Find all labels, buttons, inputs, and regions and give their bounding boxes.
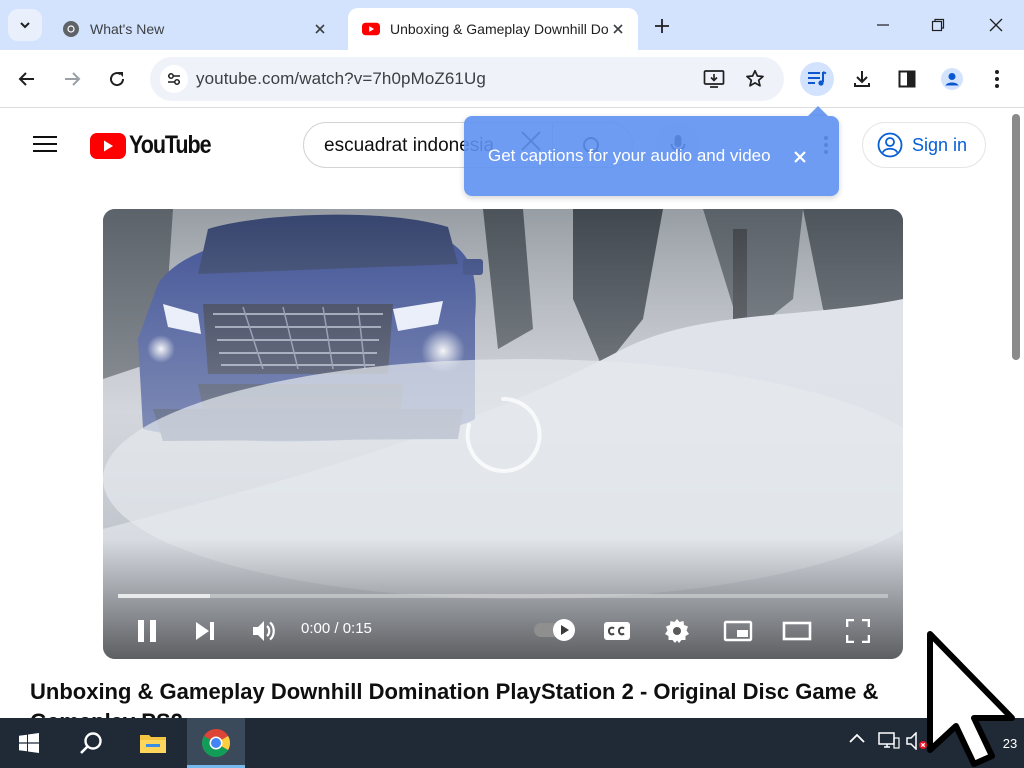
file-explorer-button[interactable]	[124, 718, 182, 768]
start-button[interactable]	[0, 718, 58, 768]
time-display: 0:00 / 0:15	[301, 620, 372, 637]
avatar-icon	[941, 68, 963, 90]
speaker-muted-icon	[906, 732, 927, 750]
plus-icon	[655, 19, 669, 33]
minimize-icon	[877, 24, 889, 26]
install-app-icon	[703, 70, 725, 88]
media-controls-button[interactable]	[800, 62, 834, 96]
buffered-progress	[118, 594, 211, 598]
close-icon	[794, 151, 806, 163]
video-player[interactable]: 0:00 / 0:15	[103, 209, 903, 659]
chrome-menu-button[interactable]	[980, 62, 1014, 96]
settings-button[interactable]	[659, 613, 695, 649]
close-icon	[989, 18, 1003, 32]
reload-icon	[110, 72, 125, 87]
network-button[interactable]	[878, 732, 900, 750]
gear-icon	[665, 619, 689, 643]
progress-bar[interactable]	[118, 594, 888, 598]
youtube-play-icon	[90, 132, 126, 159]
windows-logo-icon	[19, 733, 39, 753]
miniplayer-icon	[723, 620, 753, 642]
arrow-right-icon	[65, 72, 81, 86]
miniplayer-button[interactable]	[720, 613, 756, 649]
network-icon	[878, 732, 900, 749]
tab-title: Unboxing & Gameplay Downhill Domination …	[390, 21, 608, 37]
queue-music-icon	[808, 71, 827, 86]
volume-icon	[253, 621, 275, 641]
search-taskbar-button[interactable]	[62, 718, 120, 768]
loading-spinner-icon	[465, 396, 542, 473]
guide-menu-icon[interactable]	[33, 136, 57, 154]
fullscreen-icon	[846, 619, 870, 643]
youtube-wordmark: YouTube	[129, 131, 212, 159]
chevron-down-icon	[20, 22, 30, 29]
chrome-icon	[62, 20, 80, 38]
video-title-line-1: Unboxing & Gameplay Downhill Domination …	[30, 679, 879, 704]
arrow-left-icon	[18, 72, 34, 86]
mute-button[interactable]	[246, 613, 282, 649]
close-promo-button[interactable]	[789, 146, 811, 168]
install-app-button[interactable]	[700, 65, 728, 93]
pause-icon	[138, 620, 156, 642]
downloads-button[interactable]	[845, 62, 879, 96]
fullscreen-button[interactable]	[840, 613, 876, 649]
close-tab-icon[interactable]	[310, 19, 330, 39]
pause-button[interactable]	[129, 613, 165, 649]
kebab-menu-icon	[995, 70, 999, 88]
reload-button[interactable]	[100, 62, 134, 96]
windows-taskbar	[0, 718, 1024, 768]
url-text: youtube.com/watch?v=7h0pMoZ61Ug	[196, 69, 486, 88]
tab-strip: What's New Unboxing & Gameplay Downhill …	[0, 0, 1024, 50]
profile-button[interactable]	[935, 62, 969, 96]
download-icon	[854, 71, 870, 87]
forward-button[interactable]	[55, 62, 89, 96]
chevron-up-icon	[849, 733, 865, 743]
restore-icon	[931, 18, 945, 32]
autoplay-toggle[interactable]	[533, 617, 579, 643]
star-icon	[746, 69, 764, 87]
back-button[interactable]	[10, 62, 44, 96]
side-panel-icon	[898, 70, 916, 88]
show-hidden-icons-button[interactable]	[848, 732, 866, 744]
subtitles-button[interactable]	[599, 613, 635, 649]
search-icon	[80, 732, 102, 754]
volume-tray-button[interactable]	[906, 732, 928, 750]
caption-promo-text: Get captions for your audio and video	[488, 146, 771, 165]
new-tab-button[interactable]	[648, 12, 676, 40]
close-tab-icon[interactable]	[608, 19, 628, 39]
next-button[interactable]	[187, 613, 223, 649]
live-caption-promo-bubble: Get captions for your audio and video	[464, 116, 839, 196]
theater-mode-icon	[782, 621, 812, 641]
caption-bubble-arrow	[808, 106, 828, 116]
youtube-icon	[362, 20, 380, 38]
mouse-cursor-icon	[927, 631, 1015, 767]
scrollbar-thumb[interactable]	[1012, 114, 1020, 360]
theater-mode-button[interactable]	[779, 613, 815, 649]
tab-youtube-video[interactable]: Unboxing & Gameplay Downhill Domination …	[348, 8, 638, 50]
site-info-button[interactable]	[160, 65, 188, 93]
sign-in-button[interactable]: Sign in	[862, 122, 986, 168]
side-panel-button[interactable]	[890, 62, 924, 96]
autoplay-toggle-icon	[534, 619, 575, 641]
address-bar[interactable]: youtube.com/watch?v=7h0pMoZ61Ug	[150, 57, 784, 101]
tune-icon	[168, 73, 180, 85]
bookmark-button[interactable]	[741, 65, 769, 93]
page-scrollbar[interactable]	[1010, 108, 1024, 718]
folder-icon	[140, 735, 166, 753]
tab-title: What's New	[90, 21, 165, 37]
chrome-icon	[202, 729, 230, 757]
skip-next-icon	[196, 622, 214, 640]
close-window-button[interactable]	[973, 8, 1019, 42]
tab-search-button[interactable]	[8, 9, 42, 41]
closed-captions-icon	[604, 622, 630, 640]
restore-button[interactable]	[915, 8, 961, 42]
minimize-button[interactable]	[860, 8, 906, 42]
chrome-taskbar-button[interactable]	[187, 718, 245, 768]
tab-whats-new[interactable]: What's New	[48, 8, 340, 50]
youtube-logo[interactable]: YouTube	[90, 131, 224, 160]
account-icon	[877, 132, 903, 158]
sign-in-label: Sign in	[912, 134, 968, 155]
browser-toolbar: youtube.com/watch?v=7h0pMoZ61Ug	[0, 50, 1024, 108]
